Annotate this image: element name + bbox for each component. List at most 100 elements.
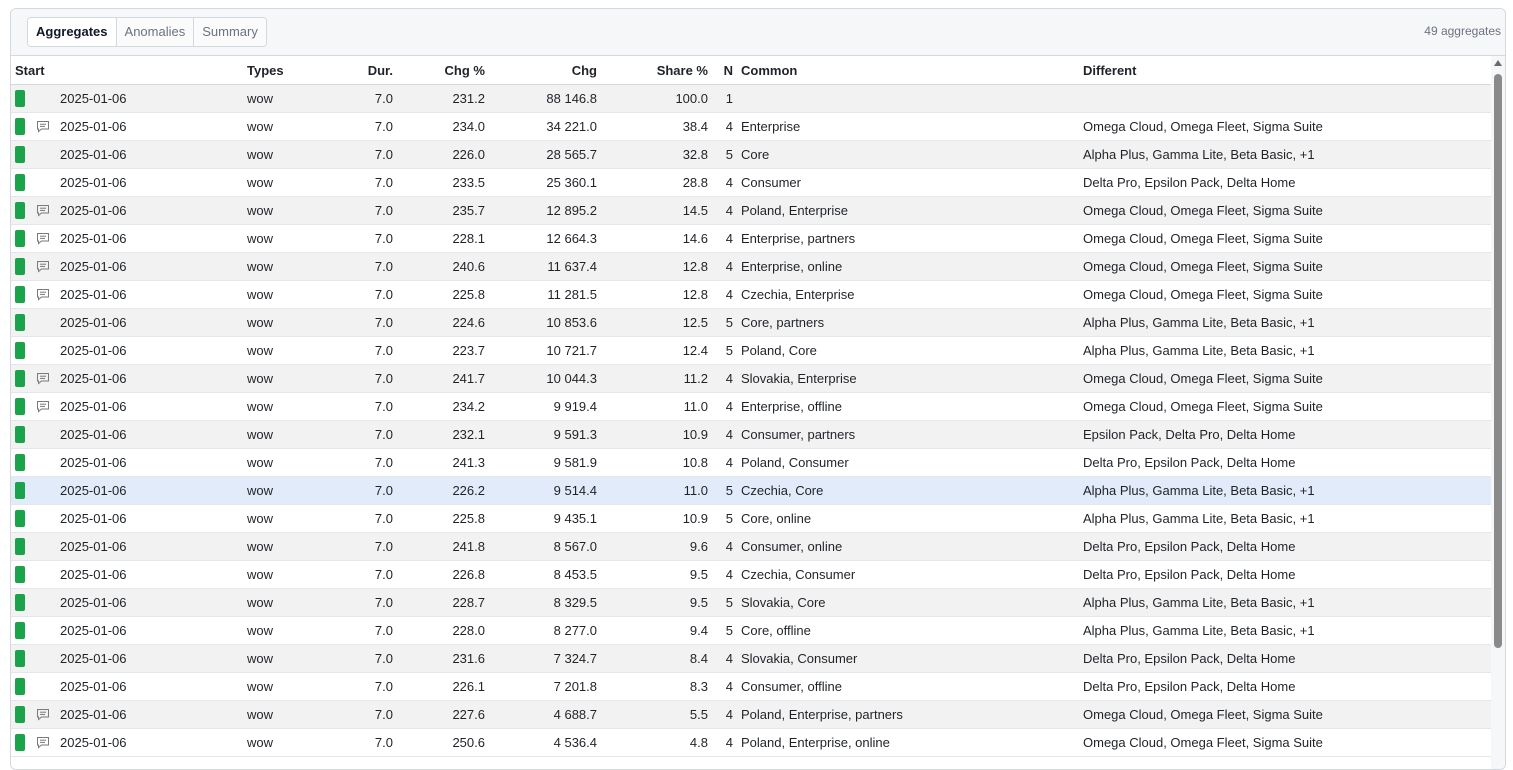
column-header-start[interactable]: Start: [11, 56, 243, 85]
cell-types: wow: [243, 336, 321, 365]
table-row[interactable]: 2025-01-06 wow 7.0 226.1 7 201.8 8.3 4 Consumer…: [11, 672, 1491, 701]
cell-n: 4: [712, 280, 737, 309]
cell-types: wow: [243, 364, 321, 393]
cell-different: Delta Pro, Epsilon Pack, Delta Home: [1079, 532, 1491, 561]
comment-icon[interactable]: [36, 120, 58, 134]
cell-common: Slovakia, Core: [737, 588, 1079, 617]
cell-n: 5: [712, 336, 737, 365]
cell-date: 2025-01-06: [60, 679, 127, 695]
cell-types: wow: [243, 588, 321, 617]
cell-different: Delta Pro, Epsilon Pack, Delta Home: [1079, 672, 1491, 701]
column-header-share[interactable]: Share %: [601, 56, 712, 85]
table-row[interactable]: 2025-01-06 wow 7.0 226.2 9 514.4 11.0 5 Czechia…: [11, 476, 1491, 505]
column-header-common[interactable]: Common: [737, 56, 1079, 85]
cell-n: 4: [712, 252, 737, 281]
cell-dur: 7.0: [321, 252, 397, 281]
column-header-n[interactable]: N: [712, 56, 737, 85]
table-row[interactable]: 2025-01-06 wow 7.0 250.6 4 536.4 4.8 4 Poland, …: [11, 728, 1491, 757]
table-row[interactable]: 2025-01-06 wow 7.0 231.6 7 324.7 8.4 4 Slovakia…: [11, 644, 1491, 673]
cell-start: 2025-01-06: [11, 224, 243, 253]
table-row[interactable]: 2025-01-06 wow 7.0 234.0 34 221.0 38.4 4 Enterp…: [11, 112, 1491, 141]
cell-dur: 7.0: [321, 560, 397, 589]
comment-icon[interactable]: [36, 372, 58, 386]
cell-types: wow: [243, 616, 321, 645]
cell-chg: 88 146.8: [489, 84, 601, 113]
comment-icon[interactable]: [36, 708, 58, 722]
table-row[interactable]: 2025-01-06 wow 7.0 228.1 12 664.3 14.6 4 Enterp…: [11, 224, 1491, 253]
table-row[interactable]: 2025-01-06 wow 7.0 234.2 9 919.4 11.0 4 Enterpr…: [11, 392, 1491, 421]
table-row[interactable]: 2025-01-06 wow 7.0 226.8 8 453.5 9.5 4 Czechia,…: [11, 560, 1491, 589]
comment-icon[interactable]: [36, 400, 58, 414]
cell-common: Czechia, Core: [737, 476, 1079, 505]
table-row[interactable]: 2025-01-06 wow 7.0 241.7 10 044.3 11.2 4 Slovak…: [11, 364, 1491, 393]
vertical-scrollbar[interactable]: [1491, 56, 1505, 769]
table-row[interactable]: 2025-01-06 wow 7.0 227.6 4 688.7 5.5 4 Poland, …: [11, 700, 1491, 729]
cell-types: wow: [243, 672, 321, 701]
column-header-dur[interactable]: Dur.: [321, 56, 397, 85]
cell-chg: 9 514.4: [489, 476, 601, 505]
table-row[interactable]: 2025-01-06 wow 7.0 228.7 8 329.5 9.5 5 Slovakia…: [11, 588, 1491, 617]
cell-start: 2025-01-06: [11, 420, 243, 449]
comment-slot: [36, 680, 58, 694]
tab-anomalies[interactable]: Anomalies: [115, 18, 194, 46]
table-row[interactable]: 2025-01-06 wow 7.0 240.6 11 637.4 12.8 4 Enterp…: [11, 252, 1491, 281]
cell-different: Omega Cloud, Omega Fleet, Sigma Suite: [1079, 392, 1491, 421]
cell-start: 2025-01-06: [11, 672, 243, 701]
cell-chg-pct: 232.1: [397, 420, 489, 449]
comment-icon[interactable]: [36, 288, 58, 302]
scroll-up-arrow-icon[interactable]: [1494, 60, 1502, 66]
cell-date: 2025-01-06: [60, 511, 127, 527]
table-row[interactable]: 2025-01-06 wow 7.0 226.0 28 565.7 32.8 5 Core Al…: [11, 140, 1491, 169]
column-header-types[interactable]: Types: [243, 56, 321, 85]
status-marker: [15, 258, 25, 276]
cell-dur: 7.0: [321, 308, 397, 337]
cell-date: 2025-01-06: [60, 483, 127, 499]
column-header-chg[interactable]: Chg: [489, 56, 601, 85]
cell-share: 12.5: [601, 308, 712, 337]
table-row[interactable]: 2025-01-06 wow 7.0 241.8 8 567.0 9.6 4 Consumer…: [11, 532, 1491, 561]
comment-icon[interactable]: [36, 232, 58, 246]
comment-icon[interactable]: [36, 260, 58, 274]
cell-types: wow: [243, 700, 321, 729]
column-header-different[interactable]: Different: [1079, 56, 1491, 85]
column-header-chg-pct[interactable]: Chg %: [397, 56, 489, 85]
table-row[interactable]: 2025-01-06 wow 7.0 228.0 8 277.0 9.4 5 Core, of…: [11, 616, 1491, 645]
table-row[interactable]: 2025-01-06 wow 7.0 224.6 10 853.6 12.5 5 Core, …: [11, 308, 1491, 337]
comment-slot: [36, 176, 58, 190]
cell-different: Delta Pro, Epsilon Pack, Delta Home: [1079, 644, 1491, 673]
table-row[interactable]: 2025-01-06 wow 7.0 231.2 88 146.8 100.0 1: [11, 84, 1491, 113]
tab-summary[interactable]: Summary: [193, 18, 266, 46]
cell-chg-pct: 223.7: [397, 336, 489, 365]
cell-dur: 7.0: [321, 672, 397, 701]
cell-dur: 7.0: [321, 84, 397, 113]
cell-common: Consumer: [737, 168, 1079, 197]
table-row[interactable]: 2025-01-06 wow 7.0 223.7 10 721.7 12.4 5 Poland…: [11, 336, 1491, 365]
table-row[interactable]: 2025-01-06 wow 7.0 232.1 9 591.3 10.9 4 Consume…: [11, 420, 1491, 449]
comment-icon[interactable]: [36, 736, 58, 750]
cell-start: 2025-01-06: [11, 700, 243, 729]
tab-aggregates[interactable]: Aggregates: [28, 18, 116, 46]
cell-different: Omega Cloud, Omega Fleet, Sigma Suite: [1079, 252, 1491, 281]
table-row[interactable]: 2025-01-06 wow 7.0 233.5 25 360.1 28.8 4 Consum…: [11, 168, 1491, 197]
cell-different: Alpha Plus, Gamma Lite, Beta Basic, +1: [1079, 476, 1491, 505]
cell-different: Omega Cloud, Omega Fleet, Sigma Suite: [1079, 728, 1491, 757]
cell-dur: 7.0: [321, 364, 397, 393]
cell-dur: 7.0: [321, 532, 397, 561]
cell-dur: 7.0: [321, 224, 397, 253]
table-row[interactable]: 2025-01-06 wow 7.0 225.8 9 435.1 10.9 5 Core, o…: [11, 504, 1491, 533]
cell-common: Poland, Core: [737, 336, 1079, 365]
cell-dur: 7.0: [321, 700, 397, 729]
cell-different: Alpha Plus, Gamma Lite, Beta Basic, +1: [1079, 504, 1491, 533]
cell-date: 2025-01-06: [60, 287, 127, 303]
table-row[interactable]: 2025-01-06 wow 7.0 241.3 9 581.9 10.8 4 Poland,…: [11, 448, 1491, 477]
table-row[interactable]: 2025-01-06 wow 7.0 225.8 11 281.5 12.8 4 Czechi…: [11, 280, 1491, 309]
cell-share: 14.5: [601, 196, 712, 225]
status-marker: [15, 538, 25, 556]
status-marker: [15, 230, 25, 248]
cell-date: 2025-01-06: [60, 539, 127, 555]
comment-icon[interactable]: [36, 204, 58, 218]
cell-start: 2025-01-06: [11, 644, 243, 673]
status-marker: [15, 398, 25, 416]
table-row[interactable]: 2025-01-06 wow 7.0 235.7 12 895.2 14.5 4 Poland…: [11, 196, 1491, 225]
scrollbar-thumb[interactable]: [1494, 74, 1502, 648]
